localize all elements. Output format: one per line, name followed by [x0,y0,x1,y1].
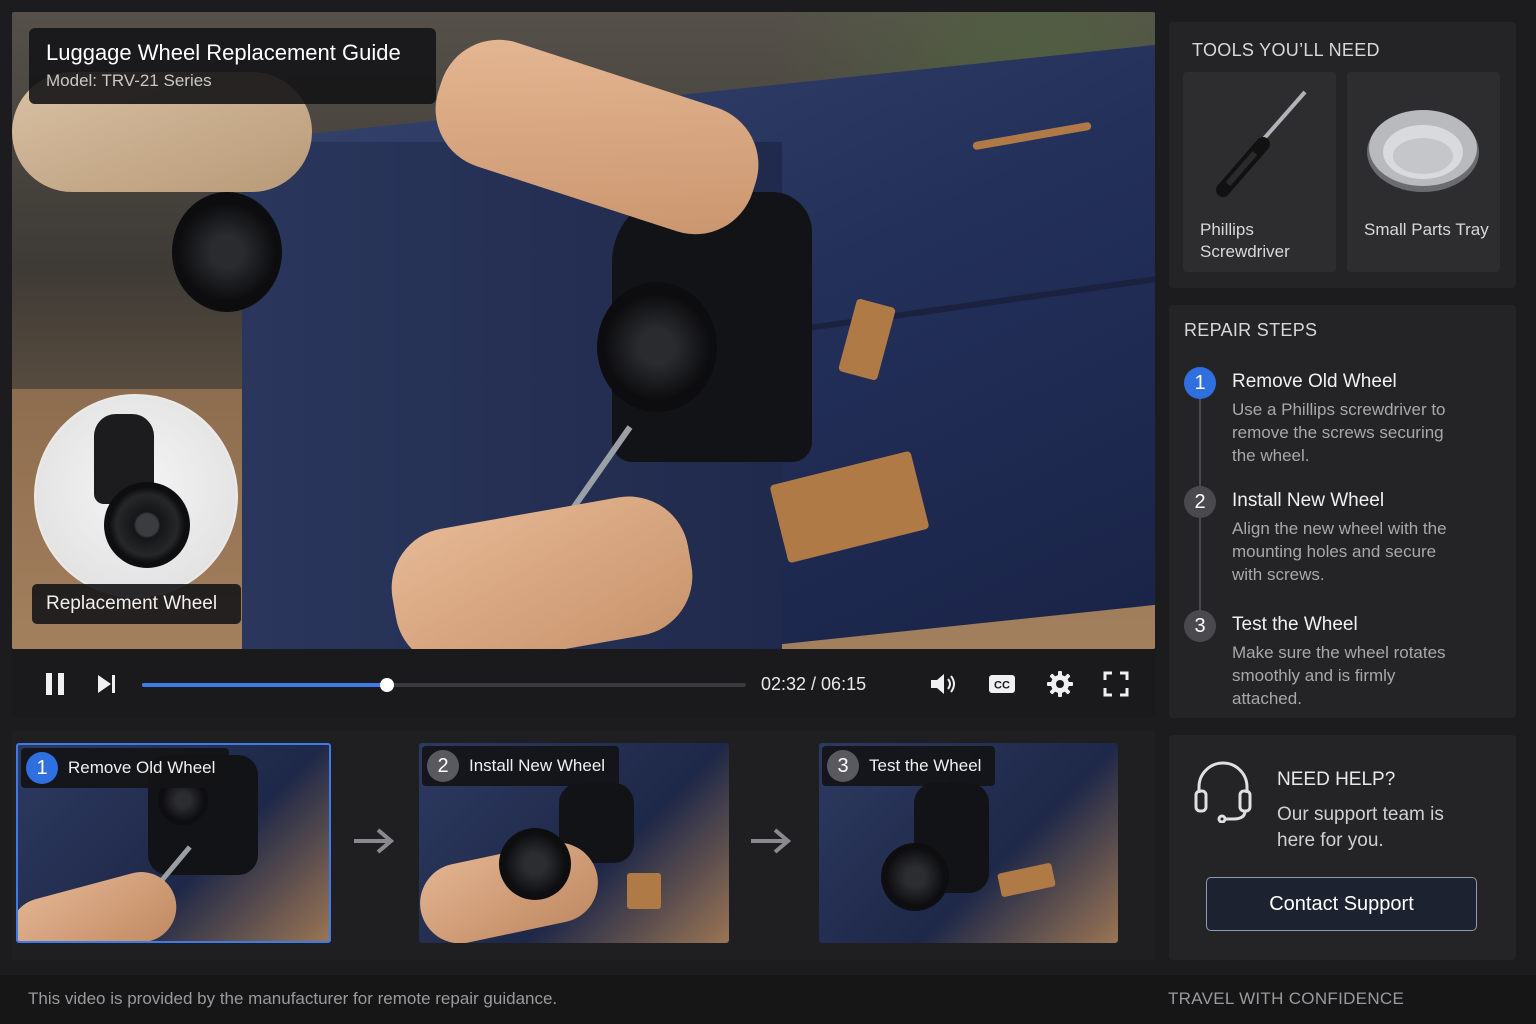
caster-wheel [597,282,717,412]
volume-button[interactable] [929,669,959,699]
progress-fill [142,683,387,687]
thumb-wheel [881,843,949,911]
chapter-number: 2 [427,750,459,782]
tools-panel: TOOLS YOU’LL NEED Phillips Screwdriver S… [1169,22,1516,288]
thumb-leather-tab [997,862,1056,898]
tool-card-parts-tray: Small Parts Tray [1347,72,1500,272]
step-description: Align the new wheel with the mounting ho… [1232,519,1447,584]
repair-steps-title: REPAIR STEPS [1184,320,1318,340]
progress-scrubber[interactable] [379,678,394,692]
video-subtitle: Model: TRV-21 Series [46,71,212,90]
tools-title: TOOLS YOU’LL NEED [1192,40,1380,60]
thumb-leather-tab [627,873,661,909]
repair-step-3[interactable]: 3 Test the Wheel Make sure the wheel rot… [1184,610,1504,720]
step-name: Remove Old Wheel [1232,371,1397,392]
rear-wheel [172,192,282,312]
chapter-label: 2 Install New Wheel [422,746,620,786]
chapter-number: 1 [26,752,58,784]
chapter-title: Install New Wheel [469,756,606,775]
chapter-thumb-1[interactable]: 1 Remove Old Wheel [16,743,331,943]
fullscreen-icon [1103,671,1129,697]
video-title-card: Luggage Wheel Replacement Guide Model: T… [29,28,436,104]
help-title: NEED HELP? [1277,769,1396,790]
player-controls: 02:32 / 06:15 CC [12,649,1155,717]
arrow-right-icon [354,828,395,854]
repair-step-1[interactable]: 1 Remove Old Wheel Use a Phillips screwd… [1184,367,1504,477]
pause-icon [46,673,64,695]
replacement-wheel-image [34,394,238,598]
step-description: Make sure the wheel rotates smoothly and… [1232,643,1446,708]
repair-step-2[interactable]: 2 Install New Wheel Align the new wheel … [1184,486,1504,596]
fullscreen-button[interactable] [1101,669,1131,699]
skip-next-button[interactable] [92,669,122,699]
step-name: Install New Wheel [1232,490,1385,511]
replacement-wheel-label: Replacement Wheel [32,584,241,624]
help-description: Our support team is here for you. [1277,804,1444,851]
chapter-thumb-2[interactable]: 2 Install New Wheel [419,743,729,943]
wheel-tire [104,482,190,568]
footer-tagline: TRAVEL WITH CONFIDENCE [1168,989,1405,1008]
footer-disclaimer: This video is provided by the manufactur… [28,989,558,1008]
tool-name: Small Parts Tray [1364,220,1489,239]
thumb-new-wheel [499,828,571,900]
settings-icon [1047,671,1073,697]
progress-bar[interactable] [142,678,746,692]
contact-support-button[interactable]: Contact Support [1206,877,1477,931]
screwdriver-icon [1216,90,1307,197]
tool-card-screwdriver: Phillips Screwdriver [1183,72,1336,272]
chapter-label: 1 Remove Old Wheel [21,748,230,788]
pause-button[interactable] [40,669,70,699]
cc-icon: CC [989,675,1015,693]
tray-icon [1367,110,1479,192]
volume-icon [931,674,955,694]
svg-text:CC: CC [994,680,1010,692]
help-panel: NEED HELP? Our support team is here for … [1169,735,1516,960]
captions-button[interactable]: CC [987,669,1017,699]
step-number: 2 [1184,486,1216,518]
footer: This video is provided by the manufactur… [0,975,1536,1024]
thumb-hand [18,864,185,941]
chapter-title: Remove Old Wheel [68,758,216,777]
chapter-strip: 1 Remove Old Wheel 2 Install New Wheel 3… [12,731,1155,960]
headset-icon [1194,761,1252,823]
tool-name: Phillips Screwdriver [1200,220,1290,261]
skip-next-icon [98,675,115,693]
settings-button[interactable] [1045,669,1075,699]
chapter-thumb-3[interactable]: 3 Test the Wheel [819,743,1118,943]
time-display: 02:32 / 06:15 [761,674,867,694]
step-description: Use a Phillips screwdriver to remove the… [1232,400,1446,465]
chapter-number: 3 [827,750,859,782]
step-number: 1 [1184,367,1216,399]
video-title: Luggage Wheel Replacement Guide [46,40,401,65]
chapter-title: Test the Wheel [869,756,982,775]
arrow-right-icon [751,828,792,854]
step-name: Test the Wheel [1232,614,1358,635]
repair-steps-panel: REPAIR STEPS 1 Remove Old Wheel Use a Ph… [1169,305,1516,718]
chapter-label: 3 Test the Wheel [822,746,996,786]
step-number: 3 [1184,610,1216,642]
